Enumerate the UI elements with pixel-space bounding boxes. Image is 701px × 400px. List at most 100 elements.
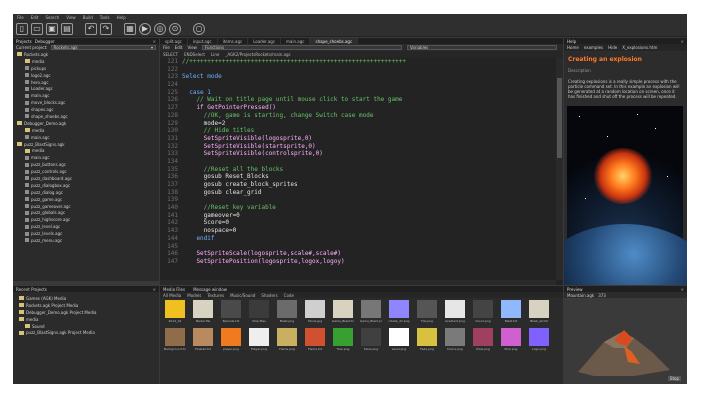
- media-item[interactable]: Pink.png: [500, 328, 522, 353]
- editor-tab[interactable]: input.agc: [188, 38, 218, 44]
- media-item[interactable]: Doors.png: [444, 328, 466, 353]
- media-item[interactable]: Ship.files: [248, 300, 270, 325]
- current-project-select[interactable]: Rockets.agk ▾: [50, 45, 156, 50]
- project-tree-item[interactable]: move_blocks.agc: [13, 99, 159, 106]
- search-icon[interactable]: ○: [193, 22, 205, 35]
- close-icon[interactable]: ×: [681, 39, 684, 44]
- project-tree-item[interactable]: puzz_buttons.agc: [13, 161, 159, 168]
- undo-icon[interactable]: ↶: [85, 22, 97, 35]
- media-filter[interactable]: All Media: [163, 293, 181, 298]
- vertical-scrollbar[interactable]: [556, 58, 563, 280]
- project-tree-item[interactable]: shape_shoebs.agc: [13, 113, 159, 120]
- menu-view[interactable]: View: [66, 15, 76, 20]
- project-tree-item[interactable]: puzz_dashboard.agc: [13, 175, 159, 182]
- project-tree-item[interactable]: media: [13, 127, 159, 134]
- close-icon[interactable]: ×: [153, 39, 156, 44]
- project-tree-item[interactable]: puzz_game.agc: [13, 196, 159, 203]
- project-tree-item[interactable]: Debugger_Demo.agk: [13, 120, 159, 127]
- project-tree-item[interactable]: media: [13, 147, 159, 154]
- media-item[interactable]: Flame.png: [276, 328, 298, 353]
- media-item[interactable]: Game_Blast.png: [360, 300, 382, 325]
- project-tree-item[interactable]: logo2.agc: [13, 72, 159, 79]
- recent-item[interactable]: puzz_BlastSigns.agk Project Media: [17, 329, 155, 336]
- project-tree-item[interactable]: puzz_globals.agc: [13, 209, 159, 216]
- media-item[interactable]: Gradient.png: [444, 300, 466, 325]
- media-filter[interactable]: Models: [187, 293, 201, 298]
- redo-icon[interactable]: ↷: [100, 22, 112, 35]
- editor-file-menu[interactable]: File: [163, 45, 170, 50]
- media-item[interactable]: Flame.txt: [304, 328, 326, 353]
- project-tree-item[interactable]: pickups: [13, 65, 159, 72]
- menu-build[interactable]: Build: [83, 15, 93, 20]
- variables-select[interactable]: Variables: [406, 45, 557, 50]
- editor-tab[interactable]: Loader.agc: [248, 38, 282, 44]
- project-tree-item[interactable]: hero.agc: [13, 79, 159, 86]
- editor-tab[interactable]: split.agc: [160, 38, 188, 44]
- editor-tab[interactable]: main.agc: [281, 38, 311, 44]
- media-item[interactable]: Tile.png: [416, 300, 438, 325]
- project-tree-item[interactable]: puzz_dialogbox.agc: [13, 182, 159, 189]
- menu-tools[interactable]: Tools: [100, 15, 110, 20]
- project-tree-item[interactable]: Loader.agc: [13, 85, 159, 92]
- recent-item[interactable]: Debugger_Demo.agk Project Media: [17, 309, 155, 316]
- close-icon[interactable]: ×: [153, 287, 156, 292]
- project-tree-item[interactable]: main.agc: [13, 134, 159, 141]
- editor-tab[interactable]: shape_shoebs.agc: [310, 38, 359, 44]
- media-filter[interactable]: Textures: [207, 293, 224, 298]
- open-folder-icon[interactable]: ▭: [31, 22, 43, 35]
- project-tree-item[interactable]: puzz_highscore.agc: [13, 216, 159, 223]
- help-home-link[interactable]: Home: [567, 45, 579, 50]
- menu-edit[interactable]: Edit: [31, 15, 39, 20]
- media-item[interactable]: Pixel.png: [472, 328, 494, 353]
- compile-icon[interactable]: ▦: [124, 22, 136, 35]
- help-examples-link[interactable]: examples: [584, 45, 603, 50]
- debugger-tab[interactable]: Debugger: [35, 39, 55, 44]
- project-tree-item[interactable]: puzz_menu.agc: [13, 237, 159, 244]
- editor-edit-menu[interactable]: Edit: [175, 45, 183, 50]
- project-tree-item[interactable]: puzz_BlastSigns.agk: [13, 141, 159, 148]
- scroll-thumb[interactable]: [557, 78, 562, 158]
- media-item[interactable]: Player.png: [248, 328, 270, 353]
- stop-button[interactable]: Stop: [667, 376, 681, 381]
- media-item[interactable]: Blast.txt: [500, 300, 522, 325]
- editor-view-menu[interactable]: View: [187, 45, 197, 50]
- media-item[interactable]: Background.txt: [164, 328, 186, 353]
- media-item[interactable]: Level.png: [388, 328, 410, 353]
- media-filter[interactable]: Code: [284, 293, 294, 298]
- media-item[interactable]: Fireball.txt: [192, 328, 214, 353]
- project-tree-item[interactable]: puzz_gameover.agc: [13, 203, 159, 210]
- new-file-icon[interactable]: ▯: [16, 22, 28, 35]
- save-icon[interactable]: ▣: [46, 22, 58, 35]
- project-tree-item[interactable]: main.agc: [13, 92, 159, 99]
- media-item[interactable]: Stars.png: [360, 328, 382, 353]
- media-filter[interactable]: Shaders: [261, 293, 277, 298]
- media-filter[interactable]: Music/Sound: [230, 293, 255, 298]
- recent-item[interactable]: Sound: [17, 323, 155, 330]
- projects-tab[interactable]: Projects: [16, 39, 32, 44]
- media-item[interactable]: Stone.jpg: [304, 300, 326, 325]
- media-item[interactable]: Blast.png: [276, 300, 298, 325]
- project-tree-item[interactable]: media: [13, 58, 159, 65]
- project-tree-item[interactable]: main.agc: [13, 154, 159, 161]
- project-tree-item[interactable]: puzz_dialog.agc: [13, 189, 159, 196]
- recent-item[interactable]: Games (AGK) Media: [17, 295, 155, 302]
- save-all-icon[interactable]: ▤: [61, 22, 73, 35]
- media-item[interactable]: Blast_all.txt: [528, 300, 550, 325]
- project-tree-item[interactable]: puzz_level.agc: [13, 223, 159, 230]
- project-tree-item[interactable]: puzz_controls.agc: [13, 168, 159, 175]
- media-item[interactable]: Media file: [192, 300, 214, 325]
- recent-item[interactable]: Rockets.agk Project Media: [17, 302, 155, 309]
- recent-item[interactable]: media: [17, 316, 155, 323]
- media-item[interactable]: Fade.png: [416, 328, 438, 353]
- media-item[interactable]: Logo.png: [528, 328, 550, 353]
- horizontal-scrollbar[interactable]: [160, 280, 556, 285]
- media-item[interactable]: Cloud.png: [472, 300, 494, 325]
- project-tree-item[interactable]: Rockets.agk: [13, 51, 159, 58]
- broadcast-icon[interactable]: ◎: [154, 22, 166, 35]
- project-tree-item[interactable]: puzz_levels.agc: [13, 230, 159, 237]
- code-area[interactable]: 121 //+++++++++++++++++++++++++++++++++++…: [160, 58, 555, 280]
- close-icon[interactable]: ×: [681, 287, 684, 292]
- menu-help[interactable]: Help: [117, 15, 126, 20]
- media-item[interactable]: Episode.txt: [220, 300, 242, 325]
- run-icon[interactable]: ▶: [139, 22, 151, 35]
